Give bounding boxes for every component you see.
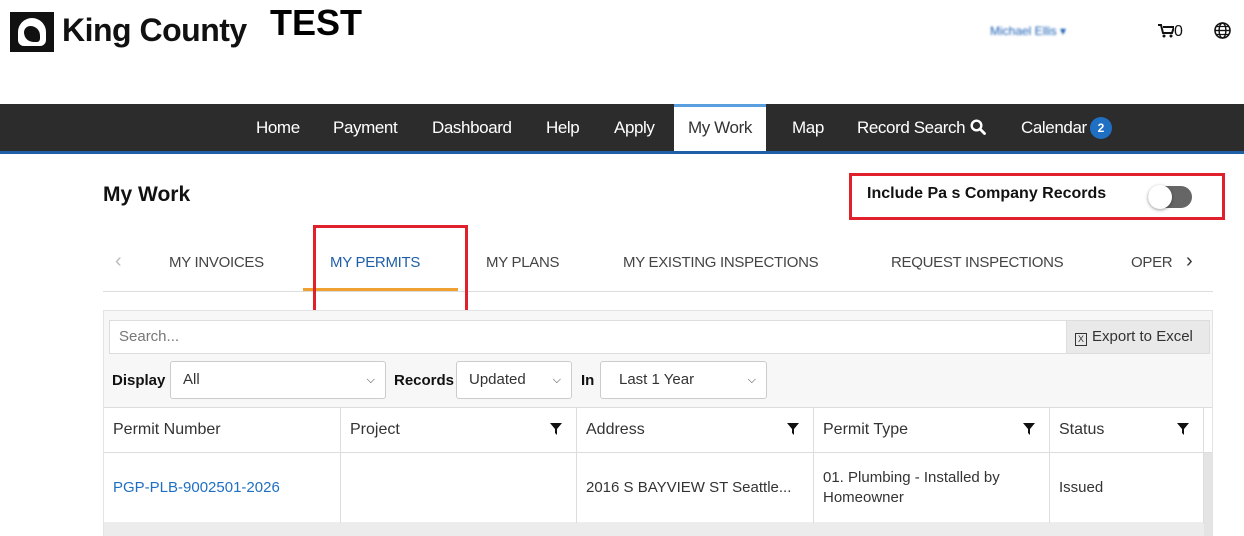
in-select[interactable]: Last 1 Year ⌵ <box>600 361 767 399</box>
nav-calendar[interactable]: Calendar 2 <box>1021 104 1112 151</box>
search-input[interactable]: Search... <box>109 320 1067 354</box>
nav-apply[interactable]: Apply <box>614 104 655 151</box>
site-header: King County TEST Michael Ellis ▾ 0 <box>0 0 1244 80</box>
nav-dashboard[interactable]: Dashboard <box>432 104 512 151</box>
project-cell <box>341 453 577 523</box>
column-header-project[interactable]: Project <box>341 408 577 452</box>
environment-label: TEST <box>270 2 363 43</box>
work-tabs: ‹ MY INVOICES MY PERMITS MY PLANS MY EXI… <box>103 240 1213 292</box>
chevron-down-icon: ⌵ <box>552 374 561 386</box>
records-label: Records <box>394 372 455 389</box>
in-label: In <box>581 372 595 389</box>
records-select[interactable]: Updated ⌵ <box>456 361 572 399</box>
tab-my-invoices[interactable]: MY INVOICES <box>169 254 264 271</box>
display-label: Display <box>112 372 166 389</box>
tab-prev-icon[interactable]: ‹ <box>115 250 122 273</box>
table-header: Permit Number Project Address Permit Typ… <box>104 407 1212 453</box>
export-label: Export to Excel <box>1092 328 1193 345</box>
column-label: Permit Number <box>113 421 221 438</box>
king-county-logo-icon[interactable] <box>10 12 54 52</box>
search-icon <box>970 106 986 153</box>
nav-record-search[interactable]: Record Search <box>857 104 986 151</box>
tab-oper[interactable]: OPER <box>1131 254 1173 271</box>
display-value: All <box>183 371 200 388</box>
column-header-permit-type[interactable]: Permit Type <box>814 408 1050 452</box>
filter-icon[interactable] <box>1177 423 1189 435</box>
nav-calendar-label: Calendar <box>1021 118 1087 137</box>
permits-panel: Search... X Export to Excel Display All ⌵… <box>103 310 1213 536</box>
logo-text[interactable]: King County <box>62 12 247 49</box>
globe-icon[interactable] <box>1214 22 1231 44</box>
permit-number-link[interactable]: PGP-PLB-9002501-2026 <box>104 453 341 523</box>
in-value: Last 1 Year <box>619 371 695 388</box>
cart-button[interactable]: 0 <box>1158 22 1183 41</box>
records-value: Updated <box>469 371 526 388</box>
table-row <box>104 523 1204 536</box>
nav-my-work[interactable]: My Work <box>674 104 766 151</box>
nav-record-search-label: Record Search <box>857 118 966 137</box>
chevron-down-icon: ⌵ <box>366 374 375 386</box>
tab-my-plans[interactable]: MY PLANS <box>486 254 559 271</box>
column-label: Project <box>350 421 400 438</box>
export-to-excel-button[interactable]: X Export to Excel <box>1066 320 1210 354</box>
tab-next-icon[interactable]: › <box>1186 250 1193 273</box>
filter-icon[interactable] <box>550 423 562 435</box>
nav-map[interactable]: Map <box>792 104 824 151</box>
page-title: My Work <box>103 183 191 206</box>
my-permits-highlight <box>313 225 468 318</box>
address-cell: 2016 S BAYVIEW ST Seattle... <box>577 453 814 523</box>
calendar-badge: 2 <box>1089 117 1112 139</box>
column-label: Status <box>1059 421 1105 438</box>
status-cell: Issued <box>1050 453 1204 523</box>
nav-home[interactable]: Home <box>256 104 300 151</box>
table-scrollbar[interactable] <box>1204 453 1212 536</box>
column-label: Address <box>586 421 645 438</box>
table-row: PGP-PLB-9002501-2026 2016 S BAYVIEW ST S… <box>104 453 1212 523</box>
toggle-knob <box>1148 185 1172 209</box>
include-company-records-toggle[interactable] <box>1148 185 1192 209</box>
column-label: Permit Type <box>823 421 909 438</box>
display-select[interactable]: All ⌵ <box>170 361 386 399</box>
nav-help[interactable]: Help <box>546 104 580 151</box>
nav-payment[interactable]: Payment <box>333 104 398 151</box>
chevron-down-icon: ⌵ <box>747 374 756 386</box>
cart-icon <box>1158 24 1176 38</box>
include-company-records-label: Include Pa s Company Records <box>867 185 1107 202</box>
filter-icon[interactable] <box>787 423 799 435</box>
column-header-permit-number[interactable]: Permit Number <box>104 408 341 452</box>
main-nav: Home Payment Dashboard Help Apply My Wor… <box>0 104 1244 154</box>
column-header-address[interactable]: Address <box>577 408 814 452</box>
user-menu[interactable]: Michael Ellis ▾ <box>990 24 1066 38</box>
tab-my-existing-inspections[interactable]: MY EXISTING INSPECTIONS <box>623 254 819 271</box>
cart-count: 0 <box>1174 23 1183 40</box>
include-company-records-highlight: Include Pa s Company Records <box>849 173 1225 220</box>
permit-type-cell: 01. Plumbing - Installed by Homeowner <box>814 453 1050 523</box>
column-header-status[interactable]: Status <box>1050 408 1204 452</box>
excel-icon: X <box>1075 333 1087 346</box>
filter-icon[interactable] <box>1023 423 1035 435</box>
tab-request-inspections[interactable]: REQUEST INSPECTIONS <box>891 254 1064 271</box>
